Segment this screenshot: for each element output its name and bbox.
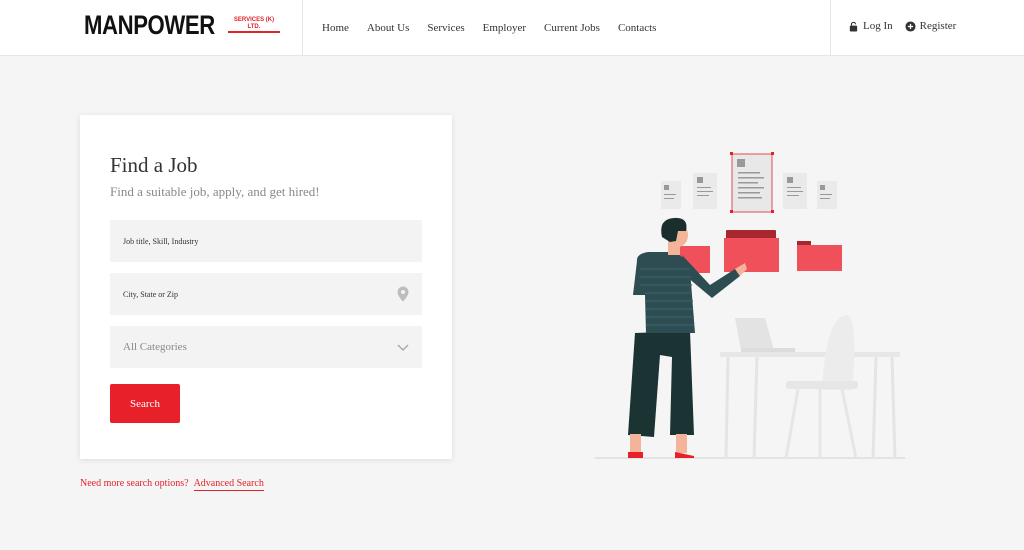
location-input[interactable] <box>123 289 383 299</box>
location-field[interactable] <box>110 273 422 315</box>
job-search-illustration <box>595 152 905 459</box>
register-link[interactable]: Register <box>905 20 957 32</box>
chevron-down-icon <box>397 344 409 352</box>
brand-name: MANPOWER <box>84 10 215 40</box>
brand-tagline-block: SERVICES (K) LTD. <box>228 17 280 35</box>
resume-cards <box>661 152 837 213</box>
nav-contacts[interactable]: Contacts <box>618 22 657 34</box>
folders <box>678 230 842 273</box>
nav-about-us[interactable]: About Us <box>367 22 409 34</box>
search-subtitle: Find a suitable job, apply, and get hire… <box>110 184 320 199</box>
advanced-search-link[interactable]: Advanced Search <box>193 478 264 491</box>
nav-employer[interactable]: Employer <box>483 22 526 34</box>
category-selected-value: All Categories <box>123 341 187 353</box>
login-label: Log In <box>863 20 893 32</box>
lock-icon <box>849 21 858 32</box>
site-header: MANPOWER SERVICES (K) LTD. Home About Us… <box>0 0 1024 56</box>
account-links: Log In Register <box>848 0 956 52</box>
header-divider <box>830 0 831 56</box>
nav-services[interactable]: Services <box>427 22 464 34</box>
plus-circle-icon <box>905 20 916 32</box>
keyword-input[interactable] <box>123 236 383 246</box>
category-select[interactable]: All Categories <box>110 326 422 368</box>
brand-logo[interactable]: MANPOWER SERVICES (K) LTD. <box>84 10 280 40</box>
nav-home[interactable]: Home <box>322 22 349 34</box>
job-search-card: Find a Job Find a suitable job, apply, a… <box>80 115 452 459</box>
search-button[interactable]: Search <box>110 384 180 423</box>
main-nav: Home About Us Services Employer Current … <box>322 0 656 56</box>
more-search-options: Need more search options? Advanced Searc… <box>80 478 264 491</box>
map-pin-icon <box>397 286 409 302</box>
login-link[interactable]: Log In <box>848 20 893 32</box>
header-divider <box>302 0 303 56</box>
desk <box>720 315 900 459</box>
search-title: Find a Job <box>110 153 198 177</box>
nav-current-jobs[interactable]: Current Jobs <box>544 22 600 34</box>
keyword-field[interactable] <box>110 220 422 262</box>
register-label: Register <box>919 20 957 32</box>
brand-tagline: SERVICES (K) LTD. <box>228 17 280 31</box>
more-options-prompt: Need more search options? <box>80 478 189 489</box>
